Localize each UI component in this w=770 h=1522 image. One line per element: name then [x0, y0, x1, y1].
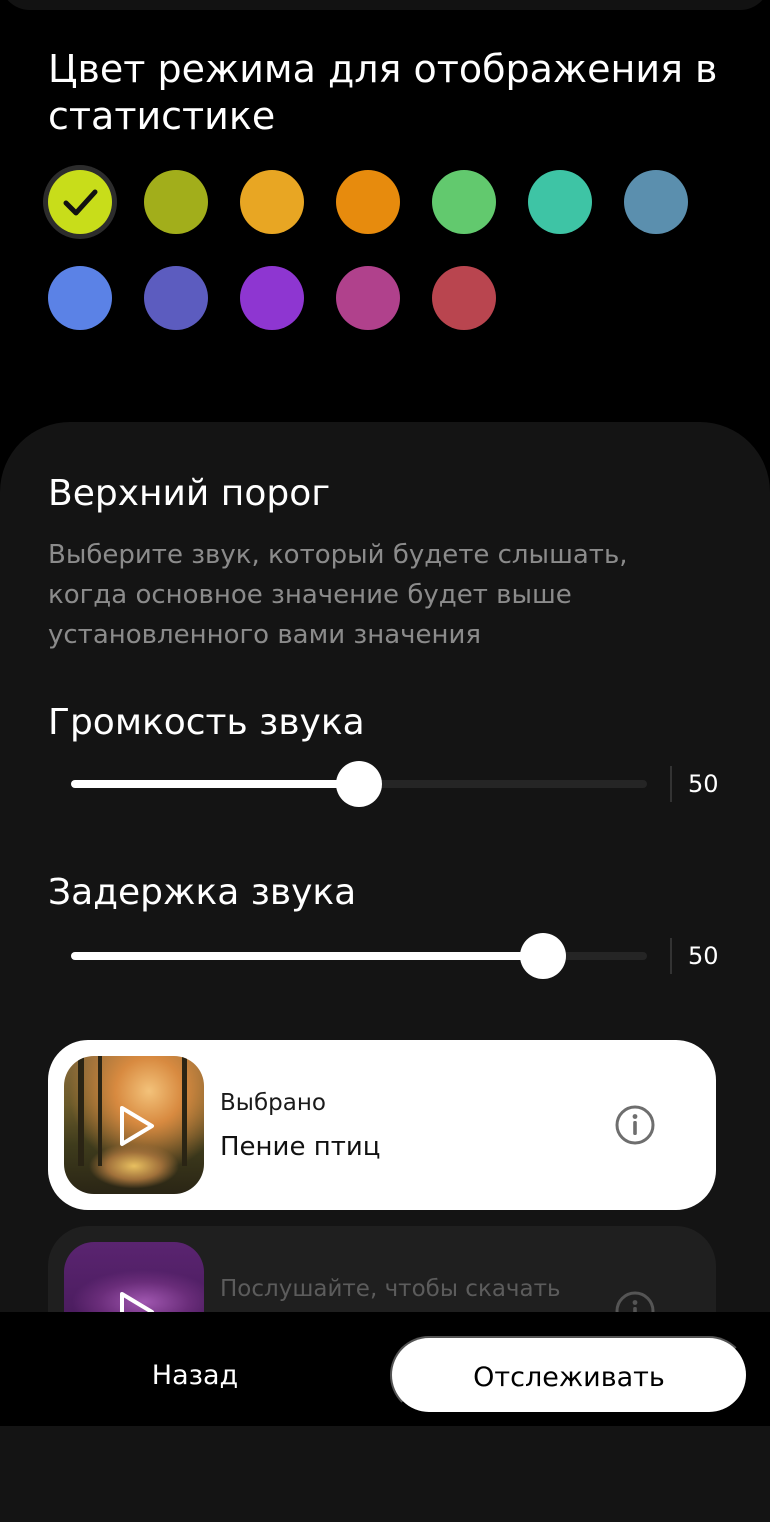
volume-slider-fill: [71, 780, 359, 788]
volume-title: Громкость звука: [48, 702, 365, 743]
delay-slider-thumb[interactable]: [520, 933, 567, 979]
back-button[interactable]: Назад: [100, 1336, 290, 1414]
sound-status-label: Выбрано: [220, 1090, 326, 1116]
volume-value: 50: [688, 770, 719, 798]
track-button[interactable]: Отслеживать: [390, 1336, 748, 1414]
volume-slider-thumb[interactable]: [336, 761, 382, 807]
color-swatch[interactable]: [432, 170, 496, 234]
info-icon[interactable]: [614, 1104, 656, 1146]
color-swatch[interactable]: [432, 266, 496, 330]
color-swatch[interactable]: [240, 170, 304, 234]
color-swatch-selected[interactable]: [48, 170, 112, 234]
top-card-edge: [0, 0, 770, 10]
color-swatch[interactable]: [144, 266, 208, 330]
delay-title: Задержка звука: [48, 872, 357, 913]
color-swatch[interactable]: [336, 266, 400, 330]
color-swatch[interactable]: [240, 266, 304, 330]
upper-threshold-title: Верхний порог: [48, 473, 331, 514]
checkmark-icon: [63, 189, 98, 216]
upper-threshold-description: Выберите звук, который будете слышать, к…: [48, 540, 628, 650]
sound-title: Пение птиц: [220, 1132, 381, 1162]
color-swatch[interactable]: [144, 170, 208, 234]
delay-value: 50: [688, 942, 719, 970]
play-icon[interactable]: [116, 1104, 156, 1148]
color-swatch[interactable]: [48, 266, 112, 330]
sound-download-hint: Послушайте, чтобы скачать: [220, 1276, 561, 1302]
bottom-action-bar: Назад Отслеживать: [0, 1312, 770, 1426]
sound-card-selected[interactable]: Выбрано Пение птиц: [48, 1040, 716, 1210]
volume-slider[interactable]: [71, 761, 647, 807]
color-swatch[interactable]: [528, 170, 592, 234]
color-mode-title: Цвет режима для отображения в статистике: [48, 47, 718, 138]
delay-slider-fill: [71, 952, 544, 960]
forest-thumbnail: [64, 1056, 204, 1194]
delay-divider: [670, 938, 672, 974]
color-swatch[interactable]: [624, 170, 688, 234]
color-swatch[interactable]: [336, 170, 400, 234]
volume-divider: [670, 766, 672, 802]
delay-slider[interactable]: [71, 933, 647, 979]
